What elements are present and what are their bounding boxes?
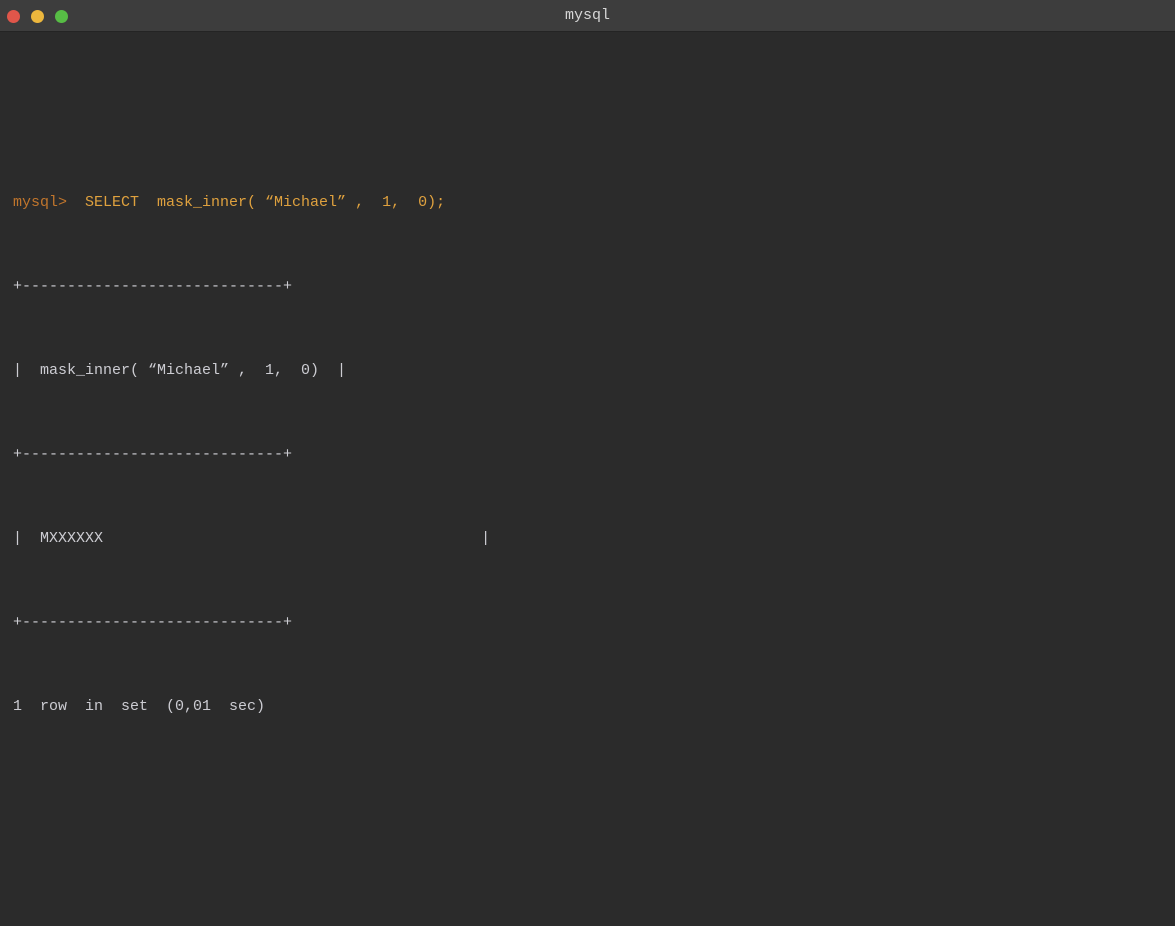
titlebar[interactable]: mysql xyxy=(0,0,1175,32)
table-border-top: +-----------------------------+ xyxy=(13,273,1175,301)
table-border-bottom: +-----------------------------+ xyxy=(13,609,1175,637)
terminal-window: mysql mysql> SELECT mask_inner( “Michael… xyxy=(0,0,1175,926)
query-block-1: mysql> SELECT mask_inner( “Michael” , 1,… xyxy=(13,133,1175,777)
table-result-row: | MXXXXXX | xyxy=(13,525,1175,553)
query-block-2: mysql> SELECT mask_inner( “1234567890123… xyxy=(13,889,1175,926)
shell-prompt: mysql> xyxy=(13,194,67,211)
terminal-body[interactable]: mysql> SELECT mask_inner( “Michael” , 1,… xyxy=(0,32,1175,926)
table-border-mid: +-----------------------------+ xyxy=(13,441,1175,469)
command-line: mysql> SELECT mask_inner( “Michael” , 1,… xyxy=(13,189,1175,217)
sql-command: SELECT mask_inner( “Michael” , 1, 0); xyxy=(67,194,445,211)
window-title: mysql xyxy=(0,0,1175,32)
rows-summary: 1 row in set (0,01 sec) xyxy=(13,693,1175,721)
table-header-row: | mask_inner( “Michael” , 1, 0) | xyxy=(13,357,1175,385)
